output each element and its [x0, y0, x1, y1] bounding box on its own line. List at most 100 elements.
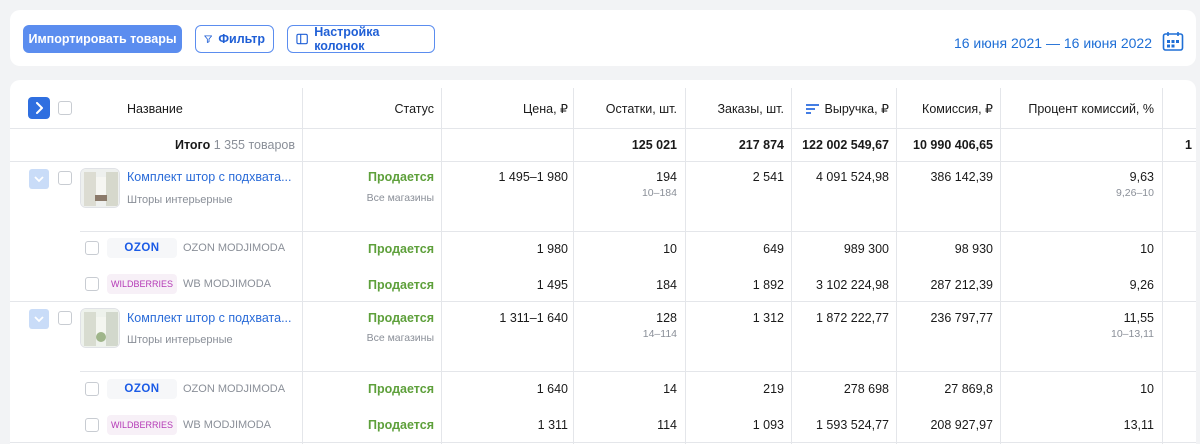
- shop-stock: 10: [663, 242, 677, 256]
- shop-orders: 219: [763, 382, 784, 396]
- totals-commission: 10 990 406,65: [913, 138, 993, 152]
- shop-checkbox[interactable]: [85, 418, 99, 432]
- filter-button[interactable]: Фильтр: [195, 25, 274, 53]
- shop-orders: 649: [763, 242, 784, 256]
- product-revenue: 4 091 524,98: [816, 170, 889, 184]
- sort-icon: [805, 103, 819, 114]
- product-orders: 2 541: [752, 170, 784, 184]
- column-settings-button[interactable]: Настройка колонок: [287, 25, 435, 53]
- totals-title: Итого: [174, 138, 211, 152]
- shop-checkbox[interactable]: [85, 382, 99, 396]
- shop-revenue: 1 593 524,77: [816, 418, 889, 432]
- shop-checkbox[interactable]: [85, 241, 99, 255]
- column-header-orders[interactable]: Заказы, шт.: [686, 88, 784, 129]
- shop-checkbox[interactable]: [85, 277, 99, 291]
- column-header-stock[interactable]: Остатки, шт.: [574, 88, 677, 129]
- column-divider: [896, 88, 897, 444]
- shop-price: 1 311: [537, 418, 568, 432]
- product-commission: 386 142,39: [930, 170, 993, 184]
- shop-name: OZON MODJIMODA: [183, 383, 286, 395]
- product-title-link[interactable]: Комплект штор с подхвата...: [127, 311, 291, 325]
- products-table: Название Статус Цена, ₽ Остатки, шт. Зак…: [10, 80, 1196, 444]
- row-divider: [10, 301, 1196, 302]
- product-category: Шторы интерьерные: [127, 194, 233, 206]
- shop-status: Продается: [368, 278, 434, 292]
- ozon-logo: OZON: [107, 238, 177, 258]
- curtains-image: [81, 169, 119, 207]
- shop-status: Продается: [368, 382, 434, 396]
- column-settings-label: Настройка колонок: [314, 25, 380, 53]
- wildberries-logo: WILDBERRIES: [107, 274, 177, 294]
- product-price: 1 495–1 980: [498, 170, 568, 184]
- select-all-checkbox[interactable]: [58, 101, 72, 115]
- shop-stock: 184: [656, 278, 677, 292]
- shop-commission-pct: 9,26: [1129, 278, 1154, 292]
- expand-product-toggle[interactable]: [29, 169, 49, 189]
- totals-label: Итого 1 355 товаров: [130, 138, 295, 152]
- shop-orders: 1 093: [752, 418, 784, 432]
- shop-name: WB MODJIMODA: [183, 419, 271, 431]
- product-category: Шторы интерьерные: [127, 334, 233, 346]
- product-status: Продается: [368, 170, 434, 184]
- column-header-commission[interactable]: Комиссия, ₽: [898, 88, 993, 129]
- product-thumbnail[interactable]: [80, 308, 120, 348]
- date-range-picker[interactable]: 16 июня 2021 — 16 июня 2022: [954, 35, 1152, 51]
- product-commission-pct: 9,63: [1129, 170, 1154, 184]
- product-status-scope: Все магазины: [366, 332, 434, 344]
- expand-product-toggle[interactable]: [29, 309, 49, 329]
- shop-revenue: 3 102 224,98: [816, 278, 889, 292]
- shop-name: OZON MODJIMODA: [183, 242, 286, 254]
- curtains-image: [81, 309, 119, 347]
- product-orders: 1 312: [752, 311, 784, 325]
- product-checkbox[interactable]: [58, 171, 72, 185]
- product-stock: 194: [656, 170, 677, 184]
- totals-orders: 217 874: [738, 138, 784, 152]
- totals-stock: 125 021: [631, 138, 677, 152]
- column-header-price[interactable]: Цена, ₽: [442, 88, 568, 129]
- shop-orders: 1 892: [752, 278, 784, 292]
- product-commission-pct: 11,55: [1123, 311, 1154, 325]
- shop-commission: 98 930: [954, 242, 993, 256]
- shop-commission: 287 212,39: [930, 278, 993, 292]
- row-divider: [10, 442, 1196, 443]
- column-header-status[interactable]: Статус: [302, 88, 434, 129]
- wildberries-logo: WILDBERRIES: [107, 415, 177, 435]
- chevron-down-icon: [34, 315, 44, 322]
- ozon-logo: OZON: [107, 379, 177, 399]
- shop-price: 1 495: [536, 278, 568, 292]
- filter-label: Фильтр: [218, 32, 265, 46]
- toolbar: Импортировать товары Фильтр Настройка ко…: [10, 10, 1196, 66]
- column-header-revenue-label: Выручка, ₽: [824, 102, 890, 116]
- chevron-right-icon: [36, 102, 43, 114]
- product-checkbox[interactable]: [58, 311, 72, 325]
- shop-commission: 208 927,97: [930, 418, 993, 432]
- shop-revenue: 989 300: [843, 242, 889, 256]
- product-thumbnail[interactable]: [80, 168, 120, 208]
- import-products-button[interactable]: Импортировать товары: [23, 25, 182, 53]
- totals-commission-pct: 1: [1185, 138, 1192, 152]
- product-status-scope: Все магазины: [366, 192, 434, 204]
- shop-commission-pct: 13,11: [1123, 418, 1154, 432]
- product-stock-range: 14–114: [642, 328, 677, 340]
- product-title-link[interactable]: Комплект штор с подхвата...: [127, 170, 291, 184]
- shop-name: WB MODJIMODA: [183, 278, 271, 290]
- shop-revenue: 278 698: [843, 382, 889, 396]
- column-header-revenue[interactable]: Выручка, ₽: [792, 88, 889, 129]
- shop-status: Продается: [368, 242, 434, 256]
- expand-all-button[interactable]: [28, 97, 50, 119]
- filter-icon: [204, 35, 213, 43]
- row-divider: [80, 371, 1196, 372]
- row-divider: [10, 161, 1196, 162]
- product-commission-pct-range: 10–13,11: [1110, 328, 1154, 340]
- column-header-name[interactable]: Название: [127, 88, 183, 129]
- product-status: Продается: [368, 311, 434, 325]
- shop-commission-pct: 10: [1140, 382, 1154, 396]
- calendar-icon[interactable]: [1162, 31, 1184, 51]
- column-header-commission-pct[interactable]: Процент комиссий, %: [1002, 88, 1154, 129]
- product-stock-range: 10–184: [641, 187, 677, 199]
- table-header: Название Статус Цена, ₽ Остатки, шт. Зак…: [10, 88, 1196, 129]
- totals-count: 1 355 товаров: [213, 138, 295, 152]
- row-divider: [80, 231, 1196, 232]
- shop-stock: 114: [657, 418, 677, 432]
- shop-commission: 27 869,8: [944, 382, 993, 396]
